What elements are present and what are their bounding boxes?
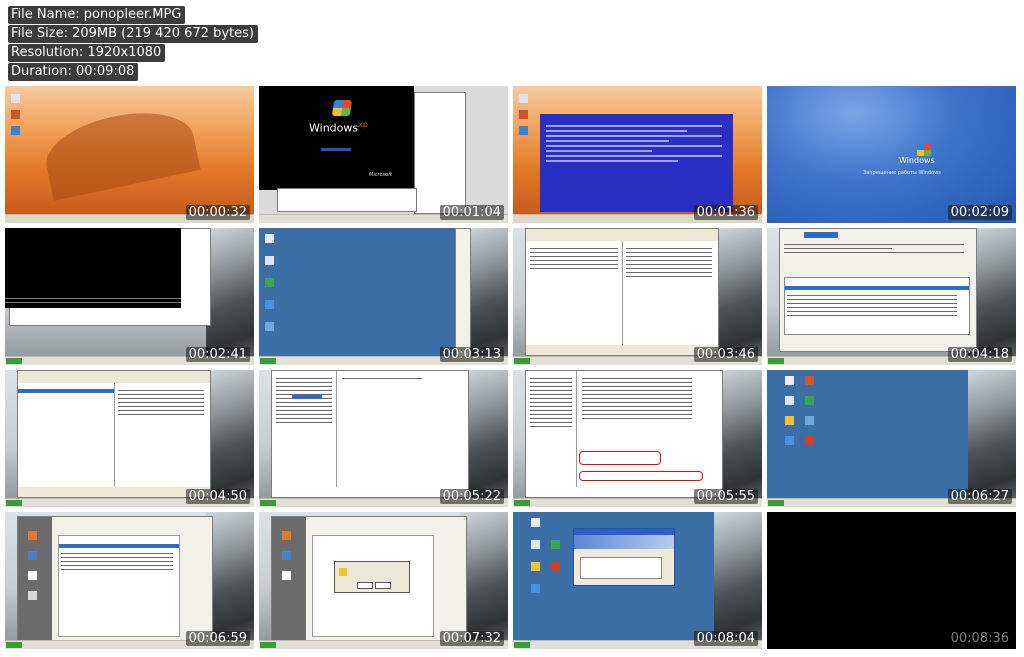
- timestamp: 00:04:50: [185, 489, 250, 504]
- boot-caption: Запрещение работы Windows: [863, 170, 941, 176]
- thumbnail: 00:07:32: [259, 512, 508, 649]
- thumbnail: 00:00:32: [5, 86, 254, 223]
- xp-wordmark: xp: [358, 120, 368, 129]
- timestamp: 00:05:22: [439, 489, 504, 504]
- timestamp: 00:08:04: [693, 631, 758, 646]
- timestamp: 00:03:13: [439, 347, 504, 362]
- thumbnail: 00:08:04: [513, 512, 762, 649]
- microsoft-wordmark: Microsoft: [369, 172, 392, 178]
- timestamp: 00:06:59: [185, 631, 250, 646]
- windows-wordmark: Windows: [309, 121, 359, 135]
- timestamp: 00:04:18: [947, 347, 1012, 362]
- timestamp: 00:08:36: [950, 631, 1009, 646]
- thumbnail: 00:01:36: [513, 86, 762, 223]
- thumbnail: 00:03:46: [513, 228, 762, 365]
- timestamp: 00:06:27: [947, 489, 1012, 504]
- thumbnail: Windows Запрещение работы Windows 00:02:…: [767, 86, 1016, 223]
- thumbnail: 00:06:27: [767, 370, 1016, 507]
- timestamp: 00:01:36: [693, 205, 758, 220]
- thumbnail: Windowsxp Microsoft 00:01:04: [259, 86, 508, 223]
- thumbnail: 00:05:55: [513, 370, 762, 507]
- timestamp: 00:05:55: [693, 489, 758, 504]
- thumbnail: 00:05:22: [259, 370, 508, 507]
- thumbnail: 00:06:59: [5, 512, 254, 649]
- timestamp: 00:01:04: [439, 205, 504, 220]
- file-info: File Name: ponopleer.MPG File Size: 209M…: [8, 3, 258, 81]
- thumbnail: 00:04:18: [767, 228, 1016, 365]
- timestamp: 00:02:09: [947, 205, 1012, 220]
- timestamp: 00:07:32: [439, 631, 504, 646]
- windows-logo-text: Windows: [899, 156, 935, 165]
- timestamp: 00:00:32: [185, 205, 250, 220]
- timestamp: 00:03:46: [693, 347, 758, 362]
- thumbnail: 00:03:13: [259, 228, 508, 365]
- timestamp: 00:02:41: [185, 347, 250, 362]
- thumbnail-grid: 00:00:32 Windowsxp Microsoft 00:01:04 00…: [5, 86, 1016, 649]
- thumbnail: 00:02:41: [5, 228, 254, 365]
- thumbnail: 00:04:50: [5, 370, 254, 507]
- thumbnail: 00:08:36: [767, 512, 1016, 649]
- duration-label: Duration: 00:09:08: [8, 63, 139, 81]
